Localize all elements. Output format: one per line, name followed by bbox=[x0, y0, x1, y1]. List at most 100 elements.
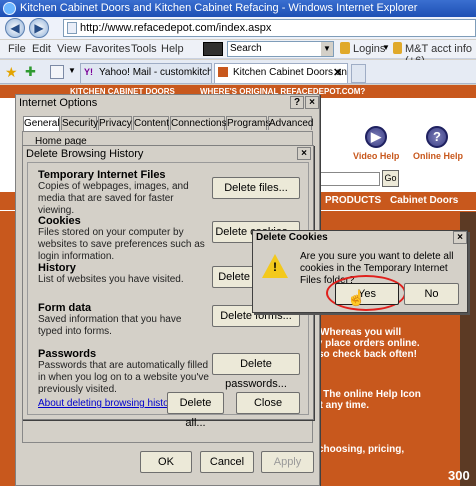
group-title-history: History bbox=[38, 262, 76, 274]
add-favorite-icon[interactable]: ✚ bbox=[25, 64, 36, 80]
group-title-passwords: Passwords bbox=[38, 348, 97, 360]
video-help-link[interactable]: Video Help bbox=[353, 151, 399, 161]
delete-passwords-button[interactable]: Delete passwords... bbox=[212, 353, 300, 390]
close-icon[interactable]: × bbox=[453, 231, 467, 244]
new-tab-button[interactable] bbox=[351, 64, 366, 83]
menu-edit[interactable]: Edit bbox=[32, 43, 51, 55]
cancel-button[interactable]: Cancel bbox=[200, 451, 254, 473]
page-icon bbox=[67, 22, 77, 34]
menu-favorites[interactable]: Favorites bbox=[85, 43, 130, 55]
tab-yahoo-mail[interactable]: Yahoo! Mail - customkitchenc... bbox=[80, 63, 212, 83]
close-icon[interactable]: × bbox=[305, 96, 319, 109]
acct-key-icon bbox=[393, 42, 402, 54]
nav-products[interactable]: PRODUCTS bbox=[325, 195, 381, 206]
help-question-icon[interactable]: ? bbox=[290, 96, 304, 109]
tab-label: Yahoo! Mail - customkitchenc... bbox=[99, 67, 211, 78]
quick-tabs-icon[interactable] bbox=[50, 65, 64, 79]
top-link-about[interactable]: ABOUT US bbox=[382, 89, 434, 100]
delete-all-button[interactable]: Delete all... bbox=[167, 392, 224, 429]
tab-security[interactable]: Security bbox=[61, 116, 99, 130]
tab-label: Privacy bbox=[99, 118, 132, 129]
top-link-testimonials[interactable]: TESTIMO bbox=[440, 89, 476, 100]
forward-button[interactable]: ▶ bbox=[29, 18, 49, 38]
tab-general[interactable]: General bbox=[23, 116, 60, 131]
price-tag: 300 bbox=[448, 468, 470, 483]
search-box[interactable]: Search ▼ bbox=[227, 41, 334, 57]
apply-button[interactable]: Apply bbox=[261, 451, 314, 473]
url-text: http://www.refacedepot.com/index.aspx bbox=[80, 22, 272, 34]
yes-button[interactable]: Yes bbox=[335, 283, 399, 305]
tab-label: Connections bbox=[171, 118, 227, 129]
button-label: Close bbox=[253, 397, 283, 409]
group-desc-passwords: Passwords that are automatically filled … bbox=[38, 360, 209, 395]
tab-list-chevron-icon[interactable]: ▼ bbox=[68, 66, 76, 75]
button-label: Delete files... bbox=[224, 182, 288, 194]
video-help-icon[interactable]: ▶ bbox=[365, 126, 387, 148]
group-desc-form-data: Saved information that you have typed in… bbox=[38, 314, 182, 337]
ok-button[interactable]: OK bbox=[140, 451, 192, 473]
body-line-3: so check back often! bbox=[318, 349, 417, 360]
go-button[interactable]: Go bbox=[382, 170, 399, 187]
no-button[interactable]: No bbox=[404, 283, 459, 305]
body-line-5: at any time. bbox=[314, 400, 370, 411]
menu-tools[interactable]: Tools bbox=[131, 43, 157, 55]
window-title-bar: Kitchen Cabinet Doors and Kitchen Cabine… bbox=[0, 0, 476, 17]
body-line-6: choosing, pricing, bbox=[318, 444, 405, 455]
yahoo-icon: Y! bbox=[84, 67, 93, 77]
search-value: Search bbox=[230, 43, 262, 54]
warning-exclamation-icon: ! bbox=[273, 260, 277, 274]
button-label: Apply bbox=[273, 456, 302, 468]
tab-label: Content bbox=[134, 118, 170, 129]
favorites-star-icon[interactable]: ★ bbox=[5, 64, 18, 81]
address-field[interactable]: http://www.refacedepot.com/index.aspx bbox=[63, 19, 476, 37]
hand-cursor-icon: ☝ bbox=[347, 290, 366, 307]
group-title-form-data: Form data bbox=[38, 302, 92, 314]
go-label: Go bbox=[384, 173, 397, 183]
tab-kitchen-cabinet[interactable]: Kitchen Cabinet Doors an... bbox=[214, 63, 348, 83]
tab-label: Security bbox=[62, 118, 99, 129]
tab-connections[interactable]: Connections bbox=[170, 116, 227, 130]
online-help-icon[interactable]: ? bbox=[426, 126, 448, 148]
body-line-2: ly place orders online. bbox=[314, 338, 420, 349]
window-title: Kitchen Cabinet Doors and Kitchen Cabine… bbox=[20, 2, 418, 14]
tab-label: Advanced bbox=[269, 118, 314, 129]
button-label: OK bbox=[158, 456, 174, 468]
group-desc-temp-files: Copies of webpages, images, and media th… bbox=[38, 181, 189, 216]
tab-programs[interactable]: Programs bbox=[226, 116, 271, 130]
tab-label: Kitchen Cabinet Doors an... bbox=[233, 67, 348, 78]
tab-content[interactable]: Content bbox=[133, 116, 169, 130]
tab-label: Programs bbox=[227, 118, 271, 129]
internet-options-title: Internet Options bbox=[19, 97, 98, 109]
group-desc-cookies: Files stored on your computer by website… bbox=[38, 227, 205, 262]
group-title-temp-files: Temporary Internet Files bbox=[38, 169, 166, 181]
button-label: No bbox=[424, 288, 439, 300]
delete-files-button[interactable]: Delete files... bbox=[212, 177, 300, 199]
logins-chevron-icon[interactable]: ▼ bbox=[382, 43, 390, 52]
site-favicon-icon bbox=[218, 67, 228, 77]
menu-file[interactable]: File bbox=[8, 43, 26, 55]
logins-menu[interactable]: Logins bbox=[353, 43, 385, 55]
close-tab-icon[interactable]: ✕ bbox=[333, 66, 342, 79]
tab-label: General bbox=[24, 118, 60, 129]
close-icon[interactable]: × bbox=[297, 147, 311, 160]
nav-cabinet-doors[interactable]: Cabinet Doors bbox=[390, 195, 458, 206]
group-desc-history: List of websites you have visited. bbox=[38, 274, 184, 285]
menu-view[interactable]: View bbox=[57, 43, 81, 55]
toolbar-icon[interactable] bbox=[203, 42, 223, 56]
tab-advanced[interactable]: Advanced bbox=[268, 116, 314, 130]
tab-privacy[interactable]: Privacy bbox=[98, 116, 132, 130]
close-button[interactable]: Close bbox=[236, 392, 300, 414]
delete-history-title: Delete Browsing History bbox=[26, 148, 144, 160]
ie-logo-icon bbox=[3, 2, 16, 15]
chevron-down-icon[interactable]: ▼ bbox=[321, 42, 333, 56]
delete-history-title-bar: Delete Browsing History bbox=[23, 146, 313, 161]
menu-help[interactable]: Help bbox=[161, 43, 184, 55]
online-help-link[interactable]: Online Help bbox=[413, 151, 463, 161]
body-line-4: s. The online Help Icon bbox=[312, 389, 421, 400]
back-button[interactable]: ◀ bbox=[5, 18, 25, 38]
about-deleting-link[interactable]: About deleting browsing history bbox=[38, 398, 177, 409]
delete-cookies-title-bar: Delete Cookies bbox=[253, 231, 467, 245]
button-label: Delete passwords... bbox=[225, 358, 287, 390]
delete-cookies-title: Delete Cookies bbox=[256, 232, 328, 243]
internet-options-title-bar: Internet Options bbox=[16, 95, 319, 111]
